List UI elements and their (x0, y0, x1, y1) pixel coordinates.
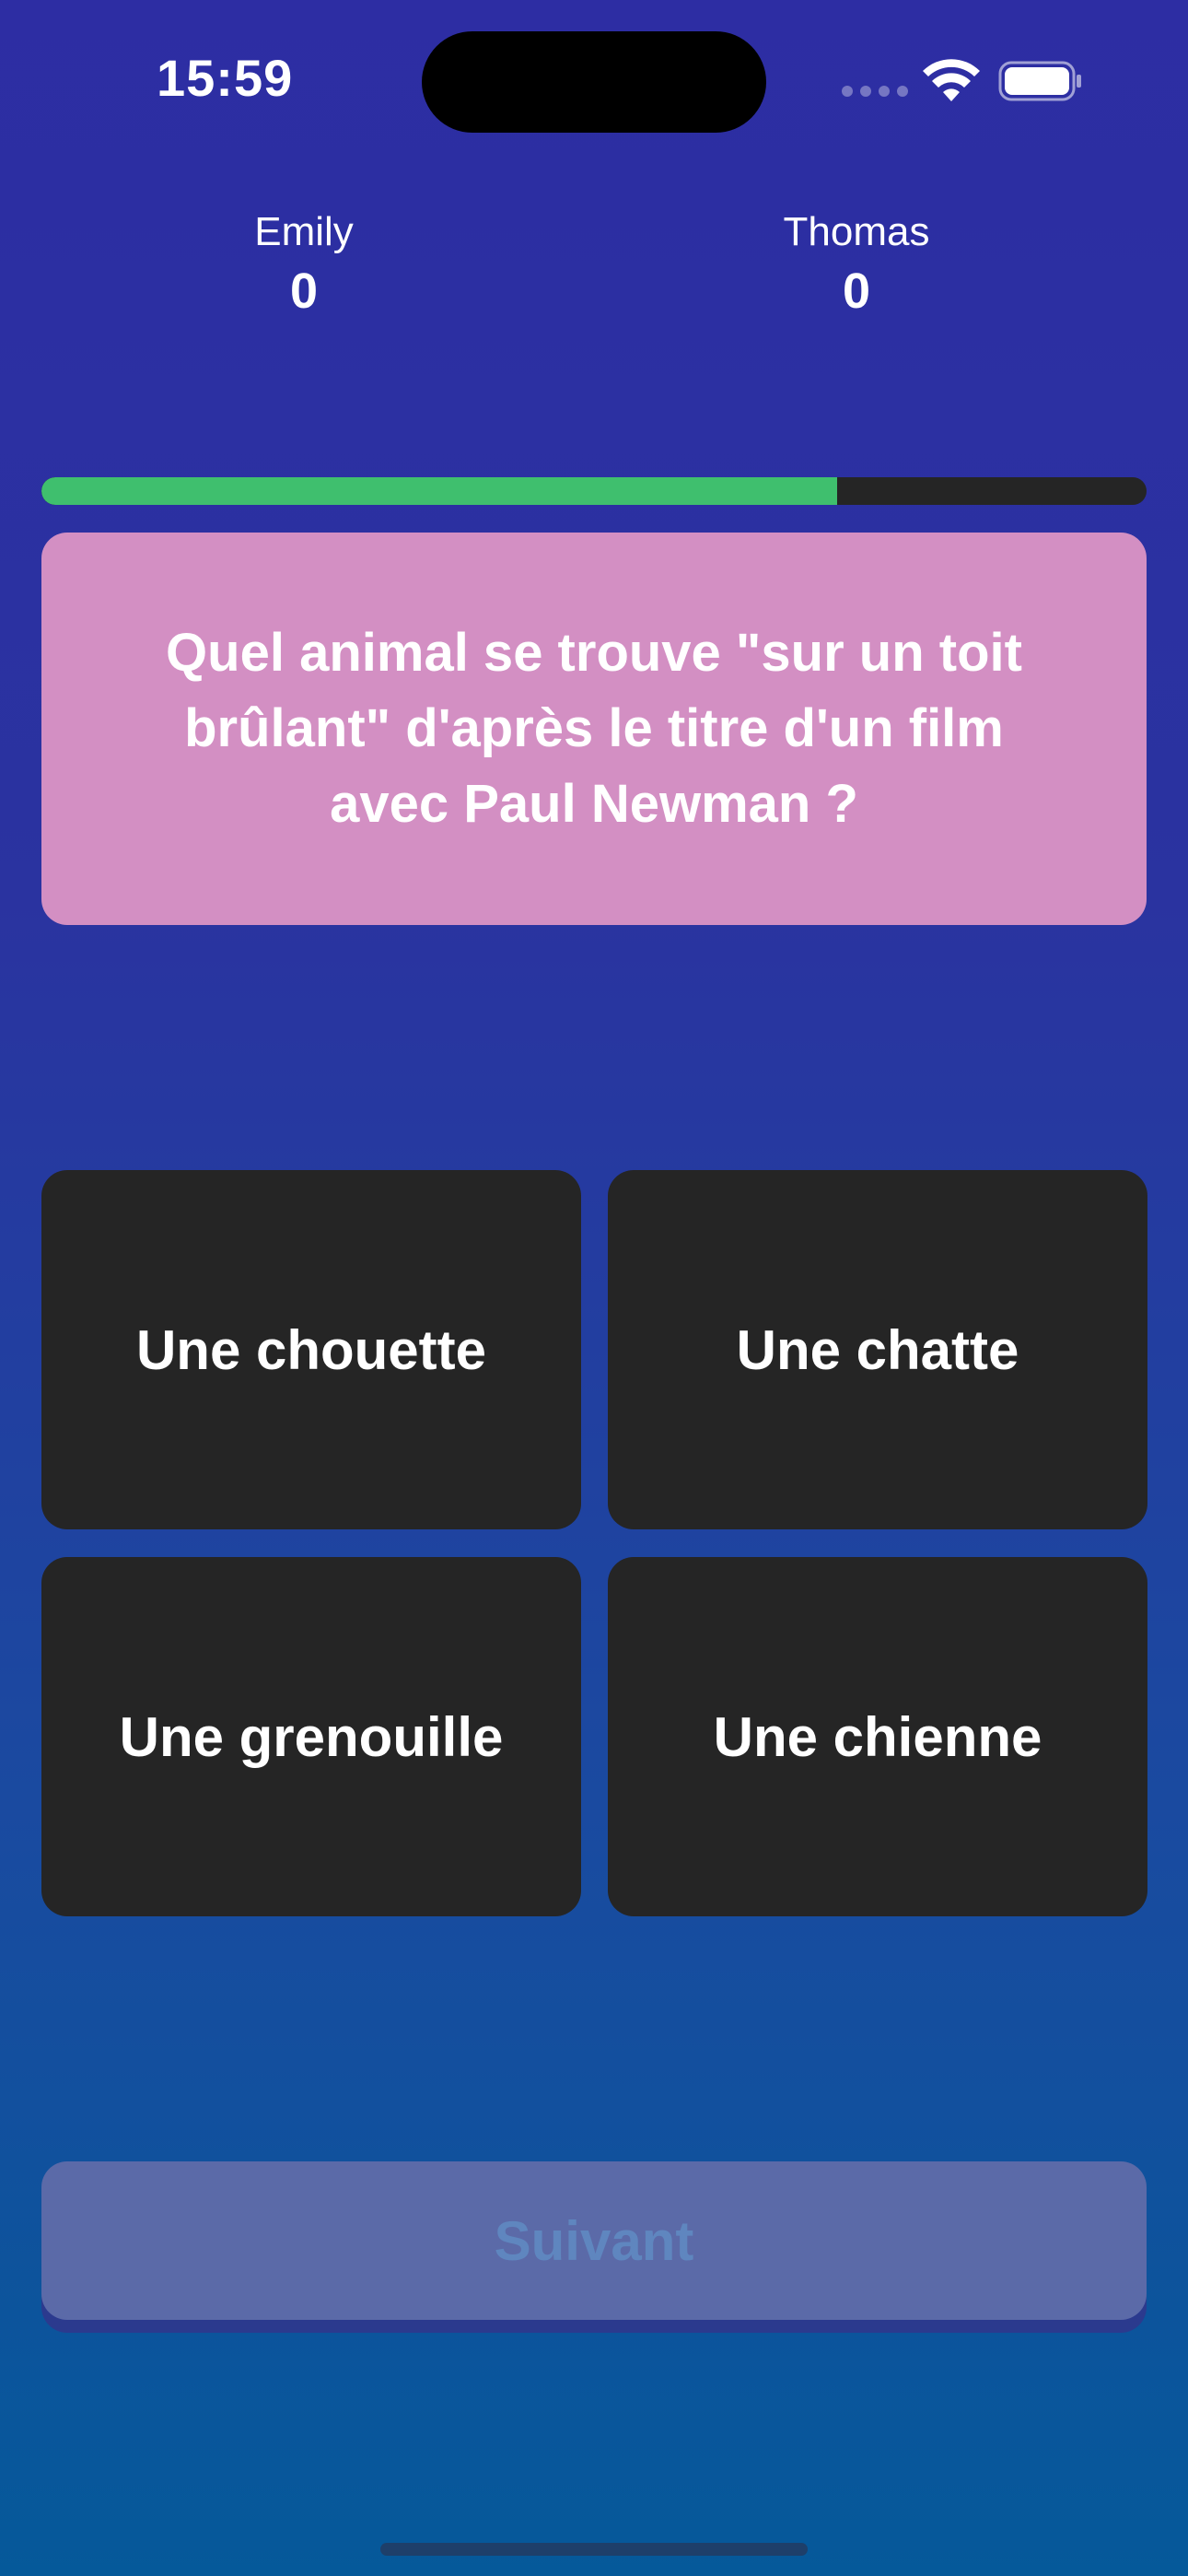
player-score-panel-2: Thomas 0 (672, 206, 1041, 324)
battery-icon (998, 61, 1081, 101)
dynamic-island (422, 31, 766, 133)
question-text: Quel animal se trouve "sur un toit brûla… (166, 623, 1022, 834)
player-name: Emily (254, 209, 354, 254)
answer-label: Une chatte (736, 1318, 1019, 1381)
status-time: 15:59 (157, 49, 294, 107)
answer-button-3[interactable]: Une grenouille (41, 1557, 581, 1916)
answer-label: Une chouette (135, 1318, 487, 1381)
player-score-panel-1: Emily 0 (120, 206, 488, 324)
question-card: Quel animal se trouve "sur un toit brûla… (41, 533, 1147, 925)
home-indicator[interactable] (380, 2543, 808, 2556)
answer-button-1[interactable]: Une chouette (41, 1170, 581, 1529)
question-timer-progress-bar (41, 477, 1147, 505)
answer-label: Une chienne (713, 1705, 1042, 1768)
cellular-signal-icon (842, 86, 908, 97)
next-button-label: Suivant (494, 2209, 694, 2272)
player-name: Thomas (783, 209, 930, 254)
player-score: 0 (289, 263, 319, 319)
next-button[interactable]: Suivant (41, 2161, 1147, 2320)
player-score: 0 (842, 263, 871, 319)
answer-button-4[interactable]: Une chienne (608, 1557, 1147, 1916)
wifi-icon (923, 59, 980, 101)
answer-button-2[interactable]: Une chatte (608, 1170, 1147, 1529)
answer-label: Une grenouille (119, 1705, 504, 1768)
progress-fill (41, 477, 837, 505)
